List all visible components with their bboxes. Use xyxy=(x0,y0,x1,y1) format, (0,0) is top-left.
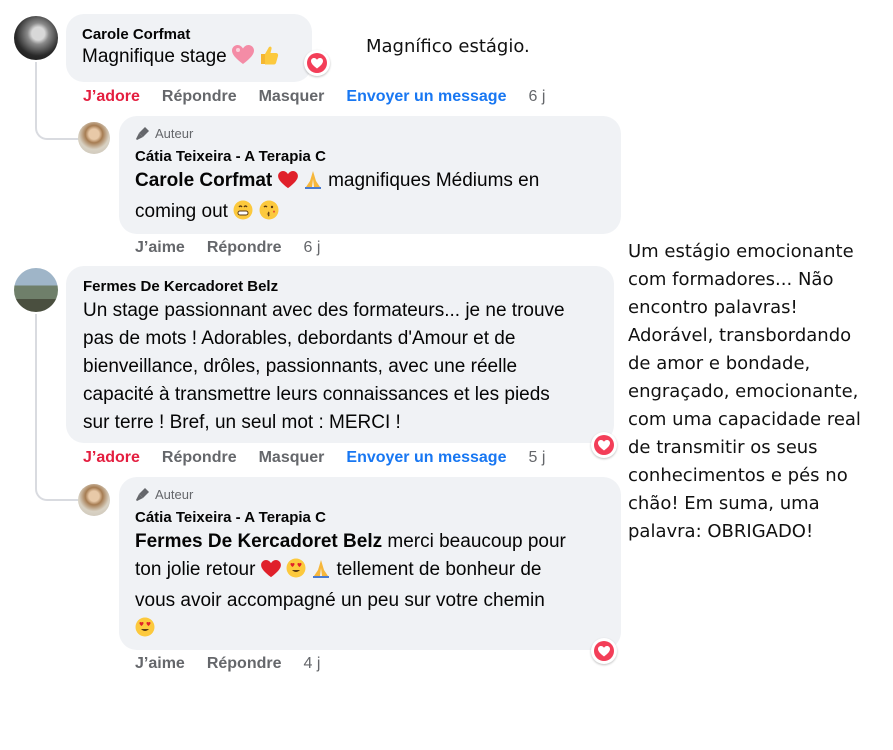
translation-line: conhecimentos e pés no xyxy=(628,465,848,486)
timestamp[interactable]: 5 j xyxy=(528,449,545,467)
love-reaction-button[interactable]: J’adore xyxy=(83,88,140,106)
reply-text: Fermes De Kercadoret Belz merci beaucoup… xyxy=(135,528,605,646)
mention-link[interactable]: Fermes De Kercadoret Belz xyxy=(135,531,382,552)
translation-first: Magnífico estágio. xyxy=(366,36,530,57)
translation-line: chão! Em suma, uma xyxy=(628,493,820,514)
author-badge: Auteur xyxy=(135,125,605,141)
love-reaction-icon[interactable] xyxy=(591,638,617,664)
love-reaction-icon[interactable] xyxy=(304,50,330,76)
translation-line: de transmitir os seus xyxy=(628,437,818,458)
thumbs-up-emoji-icon xyxy=(259,45,279,74)
avatar-catia[interactable] xyxy=(78,484,110,516)
translation-line: com formadores... Não xyxy=(628,269,834,290)
heart-emoji-icon xyxy=(232,45,254,74)
reply-author[interactable]: Cátia Teixeira - A Terapia C xyxy=(135,148,605,165)
grinning-face-emoji-icon xyxy=(233,200,253,229)
hide-button[interactable]: Masquer xyxy=(259,88,325,106)
timestamp[interactable]: 6 j xyxy=(528,88,545,106)
folded-hands-emoji-icon xyxy=(303,169,323,198)
microphone-icon xyxy=(136,127,149,140)
translation-line: Um estágio emocionante xyxy=(628,241,854,262)
reply-text-line2a: ton jolie retour xyxy=(135,559,256,580)
comment-text: Magnifique stage xyxy=(82,43,296,74)
author-badge: Auteur xyxy=(135,486,605,502)
comment-text-line: capacité à transmettre leurs connaissanc… xyxy=(83,384,550,405)
reply-text-line1: magnifiques Médiums en xyxy=(328,170,540,191)
reply-text-line1: merci beaucoup pour xyxy=(387,531,566,552)
translation-line: com uma capacidade real xyxy=(628,409,861,430)
reply-text-line2b: tellement de bonheur de xyxy=(336,559,542,580)
reply-button[interactable]: Répondre xyxy=(162,88,237,106)
translation-second: Um estágio emocionante com formadores...… xyxy=(628,238,890,546)
send-message-button[interactable]: Envoyer un message xyxy=(346,449,506,467)
reply-author[interactable]: Cátia Teixeira - A Terapia C xyxy=(135,509,605,526)
timestamp[interactable]: 6 j xyxy=(303,239,320,257)
kissing-face-emoji-icon xyxy=(259,200,279,229)
reply-bubble-catia: Auteur Cátia Teixeira - A Terapia C Ferm… xyxy=(119,477,621,650)
hide-button[interactable]: Masquer xyxy=(259,449,325,467)
comment-text-line: Un stage passionnant avec des formateurs… xyxy=(83,300,565,321)
comment-text: Un stage passionnant avec des formateurs… xyxy=(83,297,597,437)
reply-text-line2: coming out xyxy=(135,201,228,222)
comment-author[interactable]: Fermes De Kercadoret Belz xyxy=(83,278,597,295)
comment-actions: J’adore Répondre Masquer Envoyer un mess… xyxy=(83,88,567,106)
avatar-carole[interactable] xyxy=(14,16,58,60)
red-heart-emoji-icon xyxy=(277,170,298,198)
heart-eyes-emoji-icon xyxy=(286,558,306,587)
reply-button[interactable]: Répondre xyxy=(162,449,237,467)
reply-text: Carole Corfmat magnifiques Médiums en co… xyxy=(135,167,605,229)
comment-text-line: pas de mots ! Adorables, debordants d'Am… xyxy=(83,328,516,349)
mention-link[interactable]: Carole Corfmat xyxy=(135,170,272,191)
reply-button[interactable]: Répondre xyxy=(207,239,282,257)
translation-line: palavra: OBRIGADO! xyxy=(628,521,814,542)
translation-line: de amor e bondade, xyxy=(628,353,811,374)
author-badge-label: Auteur xyxy=(155,486,194,502)
comment-text-line: sur terre ! Bref, un seul mot : MERCI ! xyxy=(83,412,401,433)
translation-line: engraçado, emocionante, xyxy=(628,381,859,402)
author-badge-label: Auteur xyxy=(155,125,194,141)
reply-button[interactable]: Répondre xyxy=(207,655,282,673)
red-heart-emoji-icon xyxy=(260,559,281,587)
comment-author[interactable]: Carole Corfmat xyxy=(82,26,296,43)
comment-bubble-fermes: Fermes De Kercadoret Belz Un stage passi… xyxy=(66,266,614,443)
reply-actions: J’aime Répondre 4 j xyxy=(135,655,342,673)
love-reaction-button[interactable]: J’adore xyxy=(83,449,140,467)
timestamp[interactable]: 4 j xyxy=(303,655,320,673)
comment-bubble-carole: Carole Corfmat Magnifique stage xyxy=(66,14,312,82)
love-reaction-icon[interactable] xyxy=(591,432,617,458)
reply-text-line3: vous avoir accompagné un peu sur votre c… xyxy=(135,590,545,611)
translation-line: Adorável, transbordando xyxy=(628,325,852,346)
comment-actions: J’adore Répondre Masquer Envoyer un mess… xyxy=(83,449,567,467)
folded-hands-emoji-icon xyxy=(311,558,331,587)
microphone-icon xyxy=(136,488,149,501)
send-message-button[interactable]: Envoyer un message xyxy=(346,88,506,106)
heart-eyes-emoji-icon xyxy=(135,617,155,646)
like-button[interactable]: J’aime xyxy=(135,239,185,257)
avatar-catia[interactable] xyxy=(78,122,110,154)
reply-actions: J’aime Répondre 6 j xyxy=(135,239,342,257)
like-button[interactable]: J’aime xyxy=(135,655,185,673)
comment-text-line: bienveillance, drôles, passionnants, ave… xyxy=(83,356,518,377)
comment-text-content: Magnifique stage xyxy=(82,46,227,67)
avatar-fermes[interactable] xyxy=(14,268,58,312)
translation-line: encontro palavras! xyxy=(628,297,798,318)
reply-bubble-catia: Auteur Cátia Teixeira - A Terapia C Caro… xyxy=(119,116,621,234)
